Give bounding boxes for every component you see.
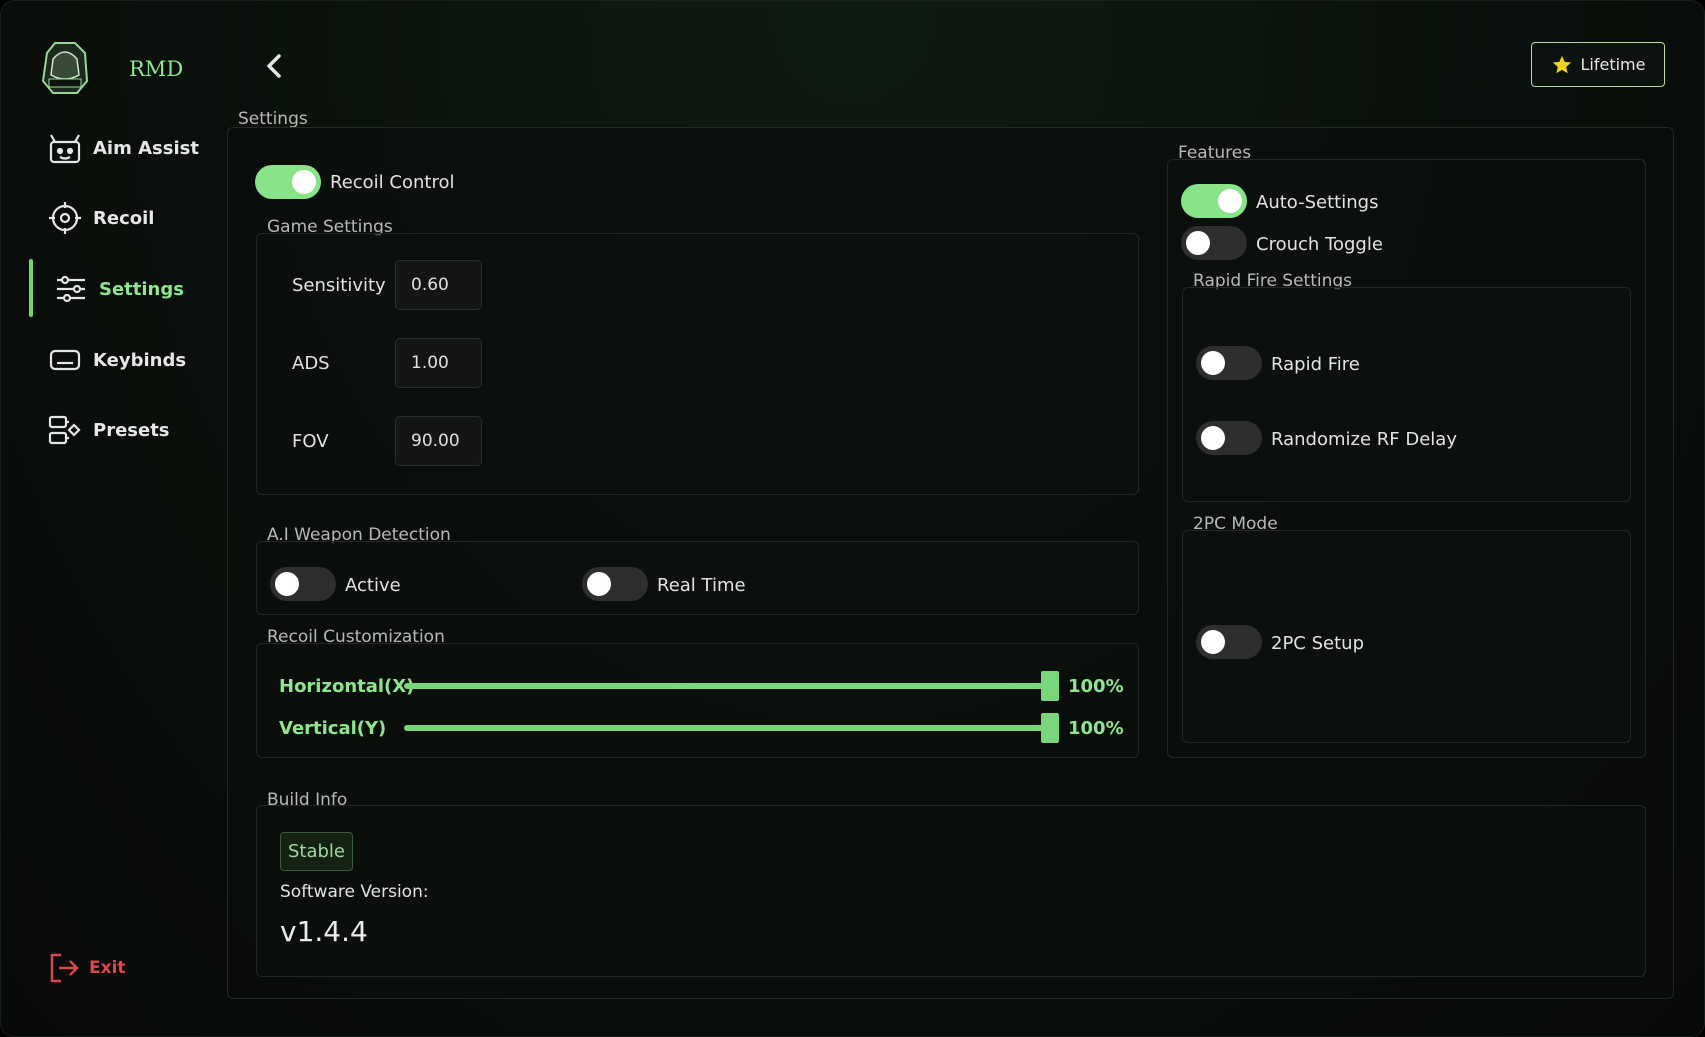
- lifetime-badge[interactable]: Lifetime: [1531, 42, 1665, 87]
- lifetime-label: Lifetime: [1580, 55, 1646, 74]
- robot-icon: [49, 134, 81, 164]
- two-pc-setup-label: 2PC Setup: [1271, 633, 1364, 654]
- crouch-toggle-label: Crouch Toggle: [1256, 234, 1383, 255]
- ai-active-label: Active: [345, 575, 401, 596]
- exit-button[interactable]: Exit: [47, 951, 126, 985]
- vertical-slider-track[interactable]: [404, 725, 1044, 731]
- horizontal-slider-track[interactable]: [404, 683, 1044, 689]
- ai-realtime-label: Real Time: [657, 575, 746, 596]
- sidebar-item-label: Recoil: [93, 207, 155, 229]
- sidebar-item-presets[interactable]: Presets: [47, 412, 170, 448]
- rmd-logo-icon: [41, 42, 89, 94]
- build-info-box: [256, 805, 1646, 977]
- recoil-control-label: Recoil Control: [330, 172, 455, 193]
- brand-name: RMD: [129, 57, 184, 81]
- horizontal-value: 100%: [1068, 676, 1124, 697]
- recoil-control-toggle[interactable]: [255, 165, 321, 199]
- auto-settings-toggle[interactable]: [1181, 184, 1247, 218]
- horizontal-label: Horizontal(X): [279, 676, 415, 697]
- software-version-value: v1.4.4: [280, 915, 368, 948]
- nav-active-indicator: [29, 259, 33, 317]
- auto-settings-label: Auto-Settings: [1256, 192, 1379, 213]
- vertical-slider-handle[interactable]: [1041, 713, 1059, 743]
- fov-label: FOV: [292, 431, 329, 452]
- app-window: RMD Aim Assist Recoil Settings Keybinds: [0, 0, 1705, 1037]
- sidebar-item-keybinds[interactable]: Keybinds: [47, 342, 186, 378]
- chevron-left-icon: [267, 54, 281, 78]
- recoil-custom-box: [256, 643, 1139, 758]
- two-pc-setup-toggle[interactable]: [1196, 625, 1262, 659]
- rapid-fire-toggle[interactable]: [1196, 346, 1262, 380]
- ai-active-toggle[interactable]: [270, 567, 336, 601]
- exit-icon: [50, 953, 79, 983]
- build-channel-badge: Stable: [280, 832, 353, 871]
- vertical-label: Vertical(Y): [279, 718, 387, 739]
- ai-realtime-toggle[interactable]: [582, 567, 648, 601]
- keyboard-icon: [49, 349, 81, 371]
- rapid-fire-label: Rapid Fire: [1271, 354, 1360, 375]
- crosshair-icon: [49, 202, 81, 234]
- rapid-fire-settings-box: [1182, 287, 1631, 502]
- sidebar-item-settings[interactable]: Settings: [53, 271, 184, 307]
- exit-label: Exit: [89, 958, 126, 978]
- fov-input[interactable]: 90.00: [395, 416, 482, 466]
- back-button[interactable]: [259, 49, 289, 83]
- sidebar-item-aim-assist[interactable]: Aim Assist: [47, 130, 199, 166]
- sensitivity-label: Sensitivity: [292, 275, 386, 296]
- crouch-toggle-toggle[interactable]: [1181, 226, 1247, 260]
- horizontal-slider-handle[interactable]: [1041, 671, 1059, 701]
- randomize-rf-label: Randomize RF Delay: [1271, 429, 1457, 450]
- sliders-icon: [57, 275, 85, 303]
- software-version-label: Software Version:: [280, 882, 429, 902]
- sidebar-item-label: Presets: [93, 419, 170, 441]
- game-settings-box: [256, 233, 1139, 495]
- vertical-value: 100%: [1068, 718, 1124, 739]
- presets-icon: [48, 415, 81, 445]
- sensitivity-input[interactable]: 0.60: [395, 260, 482, 310]
- sidebar-item-label: Keybinds: [93, 349, 187, 371]
- sidebar-item-recoil[interactable]: Recoil: [47, 200, 154, 236]
- ads-input[interactable]: 1.00: [395, 338, 482, 388]
- star-icon: [1552, 55, 1571, 73]
- randomize-rf-toggle[interactable]: [1196, 421, 1262, 455]
- settings-title: Settings: [238, 109, 308, 129]
- sidebar-item-label: Aim Assist: [93, 137, 199, 159]
- sidebar-item-label: Settings: [99, 278, 184, 300]
- ads-label: ADS: [292, 353, 330, 374]
